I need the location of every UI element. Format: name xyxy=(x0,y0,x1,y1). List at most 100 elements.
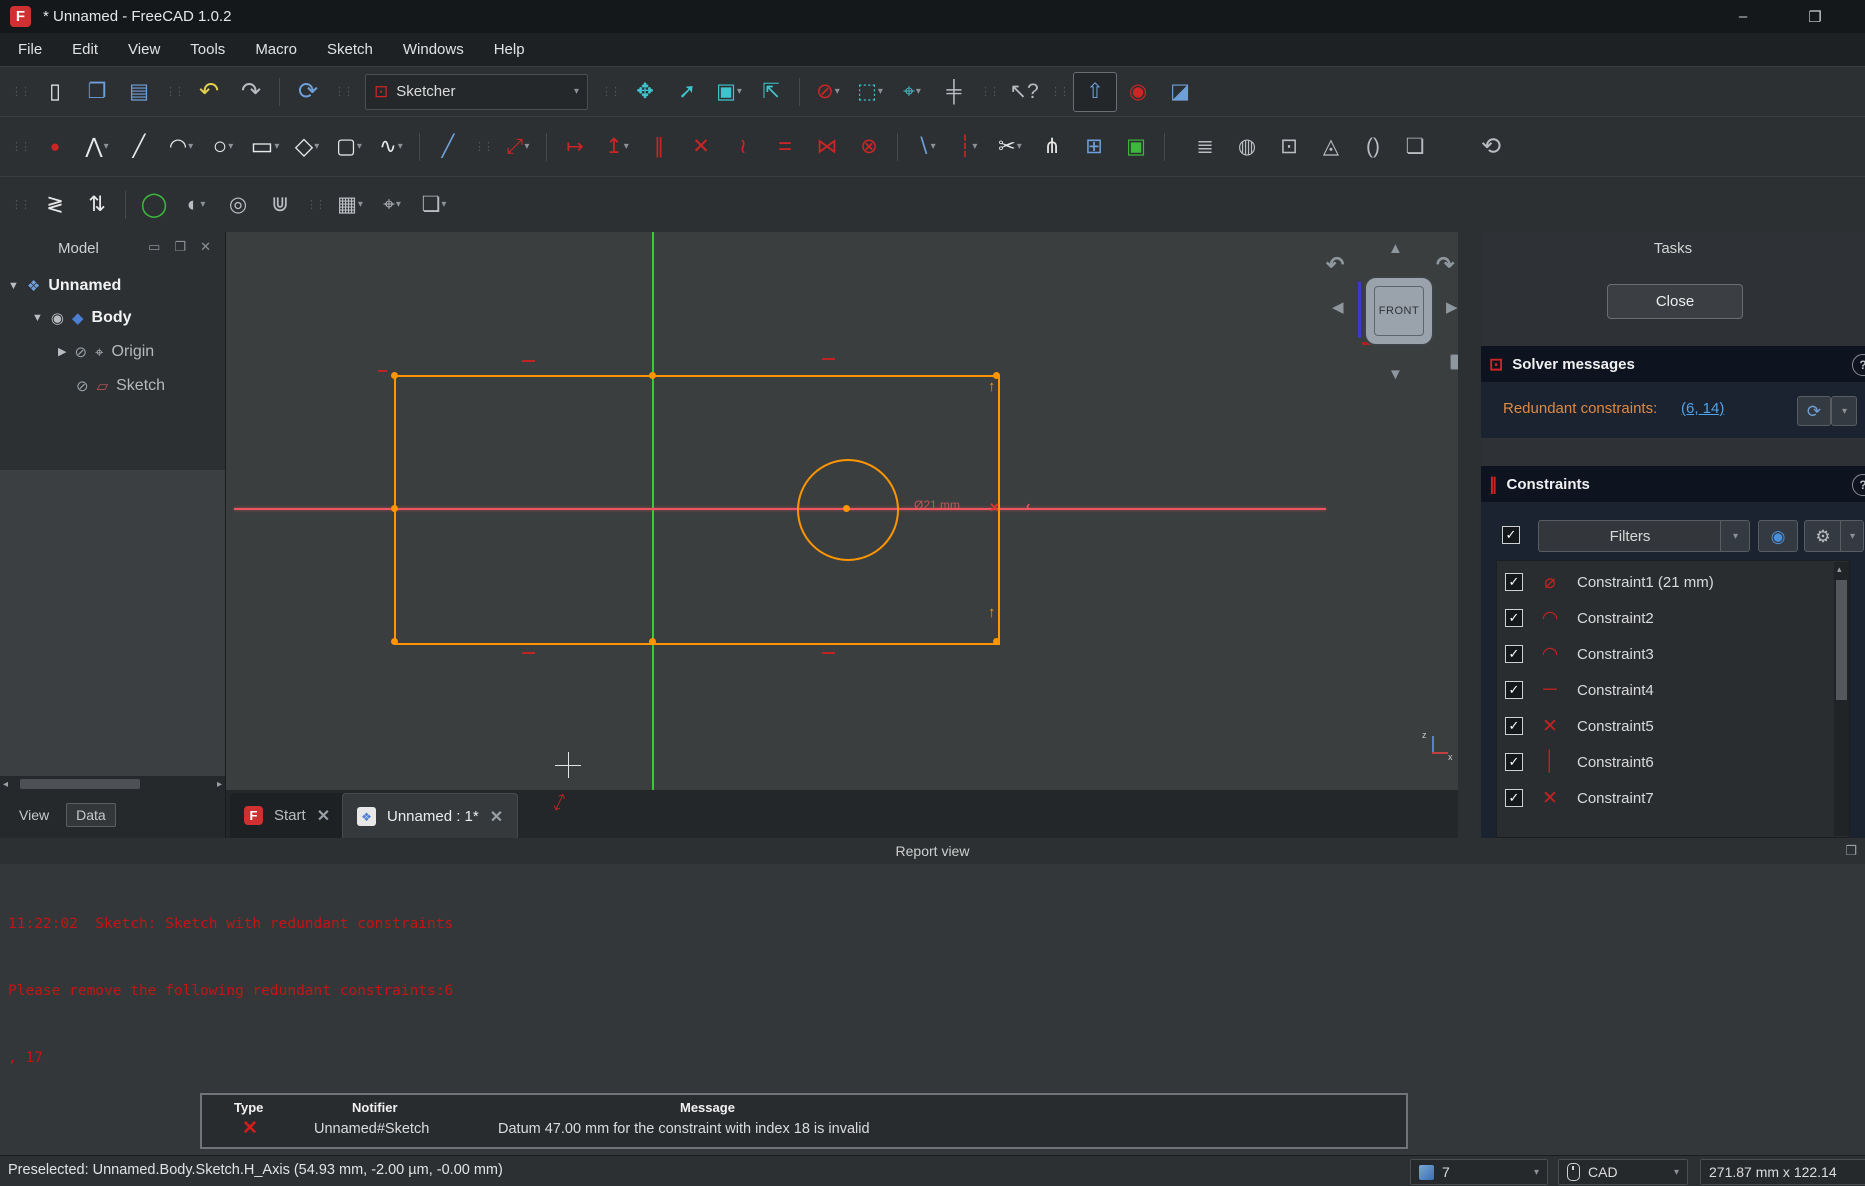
constraints-scrollbar[interactable]: ▴ xyxy=(1834,562,1849,836)
tree-item-origin[interactable]: ▶ ⊘ ⌖ Origin xyxy=(58,338,154,366)
tree-item-document[interactable]: ▼ ❖ Unnamed xyxy=(8,272,121,300)
activate-constraint-button[interactable]: ┆▾ xyxy=(947,128,989,166)
nav-right-arrow-icon[interactable]: ▶ xyxy=(1446,298,1458,316)
box-selection-button[interactable]: ⬚▾ xyxy=(849,73,891,111)
3d-viewport[interactable]: Ø21 mm ↑ ↑ ✕ ‹ ↶ ↷ ▲ ▼ ◀ ▶ FRONT xyxy=(226,232,1458,790)
tab-start[interactable]: F Start ✕ xyxy=(230,793,344,838)
toolbar-grip[interactable]: ⋮⋮ xyxy=(165,85,183,98)
sketch-vertex[interactable] xyxy=(391,372,398,379)
tab-view[interactable]: View xyxy=(10,804,58,826)
sketch-rectangle[interactable] xyxy=(394,375,1000,645)
isometric-view-button[interactable]: ▣▾ xyxy=(708,73,750,111)
constraints-header[interactable]: ∥ Constraints ? xyxy=(1481,466,1865,502)
constraint-list-item[interactable]: ✓ ✕ Constraint5 xyxy=(1505,709,1654,743)
dimension-button[interactable]: ⤢▾ xyxy=(497,128,539,166)
undo-button[interactable]: ↶ xyxy=(188,73,230,111)
toolbar-grip[interactable]: ⋮⋮ xyxy=(334,85,352,98)
whats-this-button[interactable]: ↖? xyxy=(1003,73,1045,111)
sketcher-tool-stamp-button[interactable]: ❏ xyxy=(1394,128,1436,166)
solver-messages-header[interactable]: ⊡ Solver messages ? xyxy=(1481,346,1865,382)
sketcher-tool-parens-button[interactable]: () xyxy=(1352,128,1394,166)
scroll-right-icon[interactable]: ▸ xyxy=(217,779,222,790)
zoom-tools-button[interactable]: ⌖▾ xyxy=(891,73,933,111)
panel-minimize-icon[interactable]: ▭ xyxy=(148,239,160,255)
solver-refresh-button[interactable]: ⟳ xyxy=(1797,396,1831,426)
constraint-checkbox[interactable]: ✓ xyxy=(1505,645,1523,663)
workbench-selector[interactable]: ⊡ Sketcher ▾ xyxy=(365,74,588,110)
chevron-down-icon[interactable]: ▼ xyxy=(32,313,43,324)
toolbar-grip[interactable]: ⋮⋮ xyxy=(1050,85,1068,98)
constraint-list-item[interactable]: ✓ ◠ Constraint2 xyxy=(1505,601,1654,635)
menu-help[interactable]: Help xyxy=(494,41,525,58)
tab-data[interactable]: Data xyxy=(66,803,116,827)
help-question-icon[interactable]: ? xyxy=(1852,354,1865,376)
constraint-list-item[interactable]: ✓ ⌀ Constraint1 (21 mm) xyxy=(1505,565,1714,599)
minimize-button[interactable]: – xyxy=(1714,0,1772,33)
toggle-driving-button[interactable]: ∖▾ xyxy=(905,128,947,166)
nav-style-selector[interactable]: CAD ▾ xyxy=(1558,1159,1688,1185)
nav-mini-cube-icon[interactable] xyxy=(1450,354,1458,370)
draw-style-button[interactable]: ⊘▾ xyxy=(807,73,849,111)
constraint-checkbox[interactable]: ✓ xyxy=(1505,573,1523,591)
toggle-grid-button[interactable]: ▦▾ xyxy=(329,186,371,224)
sketcher-tool-rings-button[interactable]: ◍ xyxy=(1226,128,1268,166)
select-constraints-button[interactable]: ≷ xyxy=(34,186,76,224)
settings-dropdown-button[interactable]: ▾ xyxy=(1840,520,1864,552)
create-line-button[interactable]: ╱ xyxy=(118,128,160,166)
sketch-midpoint[interactable] xyxy=(649,372,656,379)
render-order-button[interactable]: ❏▾ xyxy=(413,186,455,224)
tab-close-icon[interactable]: ✕ xyxy=(490,807,503,827)
constraint-checkbox[interactable]: ✓ xyxy=(1505,717,1523,735)
carbon-copy-button[interactable]: ▣ xyxy=(1115,128,1157,166)
menu-file[interactable]: File xyxy=(18,41,42,58)
nav-down-arrow-icon[interactable]: ▼ xyxy=(1388,366,1403,383)
sketcher-tool-sliders-button[interactable]: ≣ xyxy=(1184,128,1226,166)
scroll-left-icon[interactable]: ◂ xyxy=(3,779,8,790)
scroll-up-icon[interactable]: ▴ xyxy=(1837,564,1842,575)
constrain-parallel-button[interactable]: ∥ xyxy=(638,128,680,166)
leave-sketch-button[interactable]: ⇧ xyxy=(1073,72,1117,112)
tab-close-icon[interactable]: ✕ xyxy=(317,806,330,826)
sketch-midpoint[interactable] xyxy=(649,638,656,645)
menu-edit[interactable]: Edit xyxy=(72,41,98,58)
new-document-button[interactable]: ▯ xyxy=(34,73,76,111)
create-rectangle-button[interactable]: ▭▾ xyxy=(244,128,286,166)
constraint-list-item[interactable]: ✓ ✕ Constraint7 xyxy=(1505,781,1654,815)
constrain-distance-x-button[interactable]: ↦ xyxy=(554,128,596,166)
menu-macro[interactable]: Macro xyxy=(255,41,297,58)
redundant-constraints-link[interactable]: (6, 14) xyxy=(1681,400,1724,417)
ellipse-tools-button[interactable]: ◐▾ xyxy=(175,186,217,224)
constrain-tangent-button[interactable]: ≀ xyxy=(722,128,764,166)
fit-selection-button[interactable]: ➚ xyxy=(666,73,708,111)
rotate-left-arrow-icon[interactable]: ↶ xyxy=(1326,252,1344,278)
toolbar-grip[interactable]: ⋮⋮ xyxy=(474,140,492,153)
sketch-midpoint[interactable] xyxy=(391,505,398,512)
notification-area[interactable]: Type Notifier Message ✕ Unnamed#Sketch D… xyxy=(200,1093,1408,1149)
view-section-button[interactable]: ◪ xyxy=(1159,73,1201,111)
constrain-block-button[interactable]: ⊗ xyxy=(848,128,890,166)
toolbar-grip[interactable]: ⋮⋮ xyxy=(11,198,29,211)
show-constraints-button[interactable]: ◉ xyxy=(1758,520,1798,552)
help-question-icon[interactable]: ? xyxy=(1852,474,1865,496)
select-elements-button[interactable]: ⇅ xyxy=(76,186,118,224)
diameter-dimension-label[interactable]: Ø21 mm xyxy=(914,498,960,512)
constraint-checkbox[interactable]: ✓ xyxy=(1505,753,1523,771)
menu-sketch[interactable]: Sketch xyxy=(327,41,373,58)
toolbar-grip[interactable]: ⋮⋮ xyxy=(11,85,29,98)
circle-center-point[interactable] xyxy=(843,505,850,512)
toggle-construction-button[interactable]: ◯ xyxy=(133,186,175,224)
rotate-right-arrow-icon[interactable]: ↷ xyxy=(1436,252,1454,278)
scrollbar-thumb[interactable] xyxy=(1836,580,1847,700)
external-geometry-button[interactable]: ⊞ xyxy=(1073,128,1115,166)
create-bspline-button[interactable]: ∿▾ xyxy=(370,128,412,166)
navigation-cube[interactable]: ↶ ↷ ▲ ▼ ◀ ▶ FRONT xyxy=(1324,238,1458,390)
constrain-perpendicular-button[interactable]: ✕ xyxy=(680,128,722,166)
close-task-button[interactable]: Close xyxy=(1607,284,1743,319)
panel-close-icon[interactable]: ✕ xyxy=(200,239,211,255)
constraint-checkbox[interactable]: ✓ xyxy=(1505,609,1523,627)
sketch-vertex[interactable] xyxy=(391,638,398,645)
open-document-button[interactable]: ❐ xyxy=(76,73,118,111)
sketcher-tool-spiral-button[interactable]: ◬ xyxy=(1310,128,1352,166)
sketcher-tool-frame-button[interactable]: ⊡ xyxy=(1268,128,1310,166)
create-polygon-button[interactable]: ◇▾ xyxy=(286,128,328,166)
